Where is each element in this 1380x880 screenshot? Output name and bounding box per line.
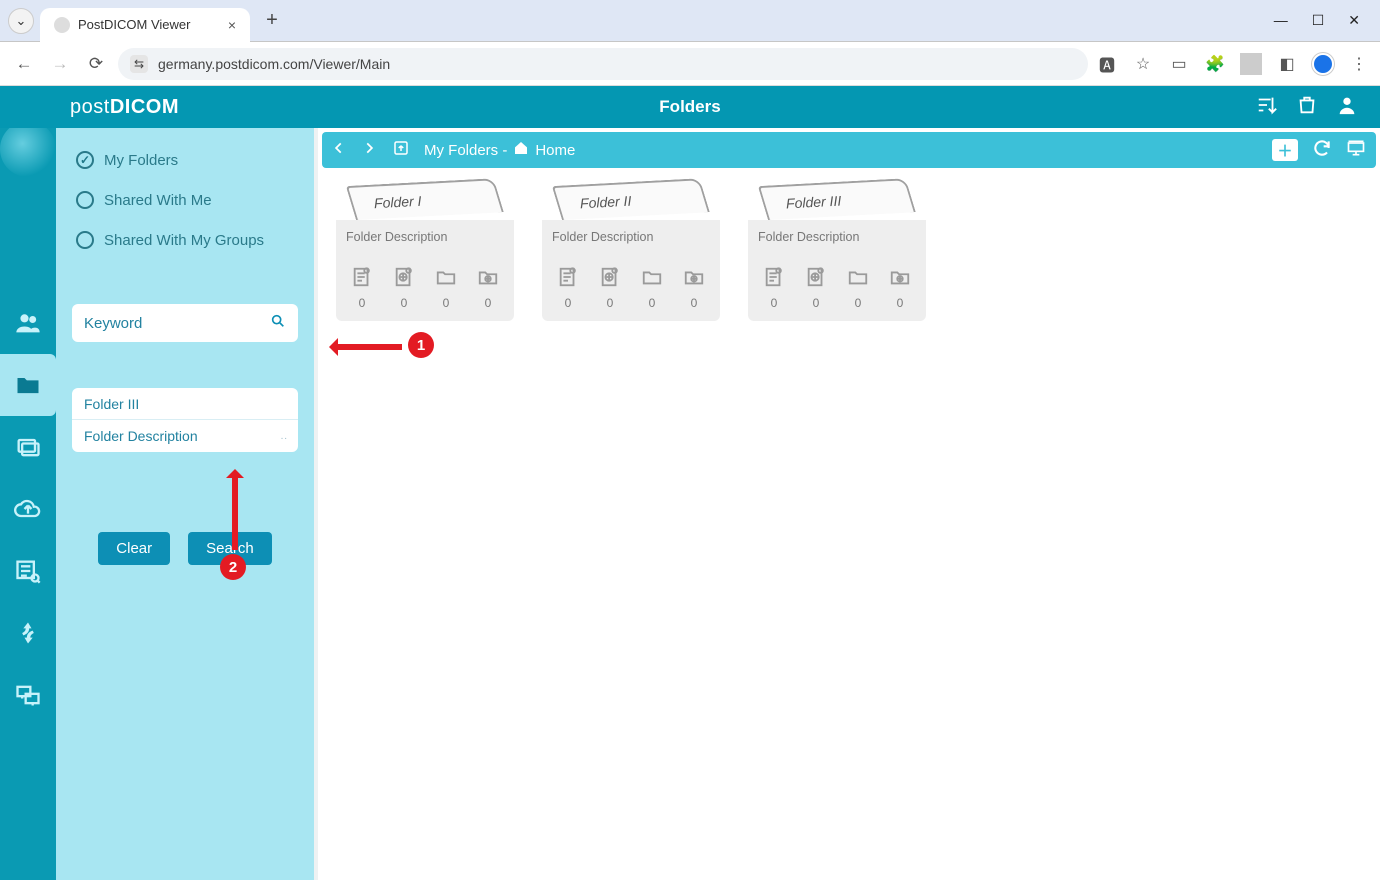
radio-label: Shared With My Groups [104, 232, 264, 249]
path-back-icon[interactable] [332, 141, 346, 159]
window-close-icon[interactable]: ✕ [1348, 12, 1360, 29]
globe-folder-icon [477, 266, 499, 293]
translate-icon[interactable]: 🅰 [1096, 53, 1118, 75]
extensions-icon[interactable]: 🧩 [1204, 53, 1226, 75]
rail-folders-icon[interactable] [0, 354, 56, 416]
toolbar-separator [1240, 53, 1262, 75]
browser-tab-strip: ⌄ PostDICOM Viewer × + — ☐ ✕ [0, 0, 1380, 42]
keyword-search-input[interactable]: Keyword [72, 304, 298, 342]
folder-name: Folder III [786, 193, 842, 212]
path-forward-icon[interactable] [362, 141, 376, 159]
doc-icon [351, 266, 373, 293]
window-minimize-icon[interactable]: — [1274, 12, 1288, 29]
rail-monitors-icon[interactable] [0, 664, 56, 726]
globe-doc-icon [805, 266, 827, 293]
radio-my-folders[interactable]: My Folders [72, 144, 298, 176]
folder-name-value: Folder III [84, 396, 139, 412]
breadcrumb-home[interactable]: Home [535, 142, 575, 159]
keyword-placeholder: Keyword [84, 315, 142, 332]
projector-icon[interactable] [1346, 138, 1366, 162]
rail-sync-icon[interactable] [0, 602, 56, 664]
folder-name: Folder I [374, 193, 422, 211]
doc-icon [557, 266, 579, 293]
folder-icon [847, 266, 869, 293]
site-info-icon[interactable]: ⇆ [130, 55, 148, 73]
window-maximize-icon[interactable]: ☐ [1312, 12, 1325, 29]
nav-reload-button[interactable]: ⟳ [82, 50, 110, 78]
radio-icon [76, 231, 94, 249]
folder-card[interactable]: Folder II Folder Description 0 0 0 0 [542, 186, 720, 321]
globe-doc-icon [599, 266, 621, 293]
globe-doc-icon [393, 266, 415, 293]
folder-name: Folder II [580, 193, 632, 212]
radio-icon [76, 191, 94, 209]
new-tab-button[interactable]: + [258, 7, 286, 35]
tab-title: PostDICOM Viewer [78, 17, 190, 32]
tab-close-icon[interactable]: × [228, 17, 236, 33]
nav-forward-button[interactable]: → [46, 50, 74, 78]
profile-avatar[interactable] [1312, 53, 1334, 75]
folder-description: Folder Description [552, 226, 710, 254]
user-icon[interactable] [1336, 94, 1358, 121]
radio-shared-with-me[interactable]: Shared With Me [72, 184, 298, 216]
main-content: My Folders - Home ＋ Folder I Folder Desc… [314, 128, 1380, 880]
folder-icon [641, 266, 663, 293]
breadcrumb: My Folders - Home [424, 140, 575, 160]
rail-worklist-icon[interactable] [0, 540, 56, 602]
folder-description: Folder Description [758, 226, 916, 254]
radio-label: My Folders [104, 152, 178, 169]
folder-name-input[interactable]: Folder III [72, 388, 298, 420]
tab-favicon [54, 17, 70, 33]
nav-back-button[interactable]: ← [10, 50, 38, 78]
rail-users-icon[interactable] [0, 292, 56, 354]
sidebar-panel: My Folders Shared With Me Shared With My… [56, 86, 314, 880]
app-header: postDICOM Folders [0, 86, 1380, 128]
trash-icon[interactable] [1296, 94, 1318, 121]
radio-shared-with-groups[interactable]: Shared With My Groups [72, 224, 298, 256]
clear-button[interactable]: Clear [98, 532, 170, 565]
page-title: Folders [659, 97, 720, 117]
radio-label: Shared With Me [104, 192, 212, 209]
window-controls: — ☐ ✕ [1274, 12, 1372, 29]
folder-toolbar: My Folders - Home ＋ [322, 132, 1376, 168]
globe-folder-icon [683, 266, 705, 293]
folder-desc-value: Folder Description [84, 428, 198, 444]
folder-icon [435, 266, 457, 293]
brand-logo: postDICOM [70, 96, 179, 119]
home-icon[interactable] [513, 140, 529, 160]
folder-card[interactable]: Folder I Folder Description 0 0 0 0 [336, 186, 514, 321]
bookmark-star-icon[interactable]: ☆ [1132, 53, 1154, 75]
path-up-icon[interactable] [392, 139, 410, 161]
search-icon[interactable] [270, 313, 286, 333]
add-folder-button[interactable]: ＋ [1272, 139, 1298, 161]
doc-icon [763, 266, 785, 293]
url-bar[interactable]: ⇆ germany.postdicom.com/Viewer/Main [118, 48, 1088, 80]
app-body: My Folders Shared With Me Shared With My… [0, 86, 1380, 880]
filter-inputs: Folder III Folder Description . . [72, 388, 298, 452]
rail-logo [0, 128, 56, 170]
sort-icon[interactable] [1256, 94, 1278, 121]
nav-rail [0, 86, 56, 880]
breadcrumb-root[interactable]: My Folders - [424, 142, 507, 159]
resize-handle-icon[interactable]: . . [281, 431, 286, 442]
browser-toolbar: ← → ⟳ ⇆ germany.postdicom.com/Viewer/Mai… [0, 42, 1380, 86]
rail-upload-icon[interactable] [0, 478, 56, 540]
folder-desc-input[interactable]: Folder Description . . [72, 420, 298, 452]
folder-grid: Folder I Folder Description 0 0 0 0 Fold… [318, 172, 1380, 335]
sidepanel-icon[interactable]: ◧ [1276, 53, 1298, 75]
refresh-icon[interactable] [1312, 138, 1332, 162]
radio-checked-icon [76, 151, 94, 169]
browser-tab[interactable]: PostDICOM Viewer × [40, 8, 250, 42]
folder-description: Folder Description [346, 226, 504, 254]
browser-menu-icon[interactable]: ⋮ [1348, 53, 1370, 75]
tab-list-dropdown[interactable]: ⌄ [8, 8, 34, 34]
folder-card[interactable]: Folder III Folder Description 0 0 0 0 [748, 186, 926, 321]
screen-icon[interactable]: ▭ [1168, 53, 1190, 75]
globe-folder-icon [889, 266, 911, 293]
rail-cards-icon[interactable] [0, 416, 56, 478]
url-text: germany.postdicom.com/Viewer/Main [158, 56, 390, 72]
